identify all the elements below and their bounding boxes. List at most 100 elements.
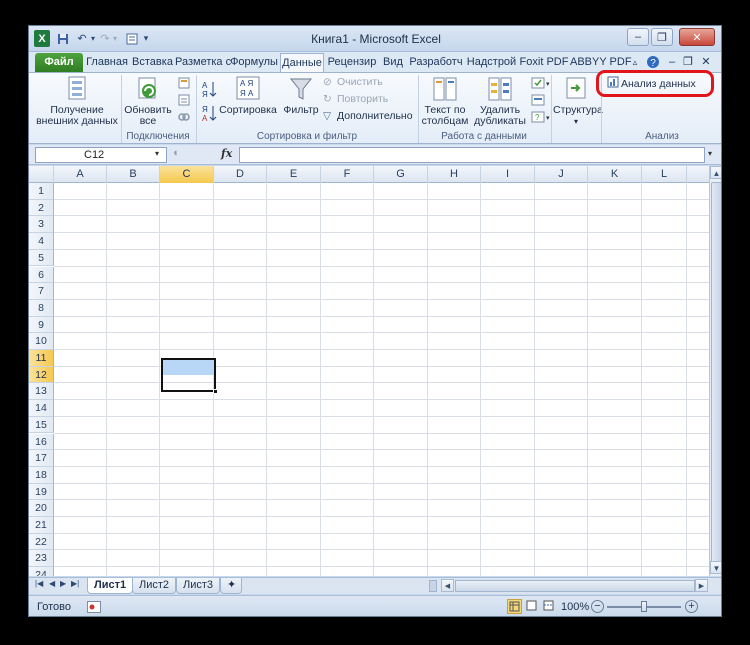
tab-data[interactable]: Данные (280, 53, 324, 72)
row-header-20[interactable]: 20 (29, 500, 54, 517)
row-header-22[interactable]: 22 (29, 533, 54, 551)
scroll-right-icon[interactable]: ▶ (695, 579, 708, 592)
worksheet-grid[interactable]: ABCDEFGHIJKL 1 2 3 4 5 6 7 8 9 10 11 12 13 14 15 16 17 18… (29, 166, 709, 576)
row-header-1[interactable]: 1 (29, 183, 54, 200)
refresh-all-button[interactable]: Обновить все (123, 75, 173, 127)
horizontal-scroll-thumb[interactable] (455, 580, 695, 592)
name-box-dropdown-icon[interactable]: ▾ (155, 149, 159, 158)
row-header-16[interactable]: 16 (29, 433, 54, 451)
row-header-12[interactable]: 12 (29, 366, 54, 384)
column-header-l[interactable]: L (642, 166, 687, 183)
column-header-f[interactable]: F (321, 166, 374, 183)
page-layout-view-icon[interactable] (525, 599, 540, 614)
next-sheet-icon[interactable]: ▶ (60, 579, 66, 588)
prev-sheet-icon[interactable]: ◀ (49, 579, 55, 588)
row-header-2[interactable]: 2 (29, 199, 54, 217)
row-header-11[interactable]: 11 (29, 350, 54, 367)
column-header-h[interactable]: H (428, 166, 481, 183)
tab-review[interactable]: Рецензир (326, 53, 378, 72)
data-validation-button[interactable]: ▾ (531, 76, 551, 90)
row-header-17[interactable]: 17 (29, 450, 54, 467)
sheet-tab-2[interactable]: Лист2 (132, 578, 177, 594)
name-box[interactable]: C12 (35, 147, 167, 163)
tab-page-layout[interactable]: Разметка с (175, 53, 231, 72)
tab-view[interactable]: Вид (379, 53, 407, 72)
sheet-tab-1[interactable]: Лист1 (87, 578, 134, 594)
row-header-15[interactable]: 15 (29, 416, 54, 434)
zoom-level[interactable]: 100% (561, 601, 589, 613)
zoom-in-icon[interactable]: + (685, 600, 698, 613)
cell-selection[interactable] (161, 358, 218, 394)
column-header-i[interactable]: I (481, 166, 535, 183)
reapply-filter-button[interactable]: ↻ Повторить (323, 93, 388, 105)
column-header-e[interactable]: E (267, 166, 321, 183)
zoom-out-icon[interactable]: − (591, 600, 604, 613)
column-header-b[interactable]: B (107, 166, 160, 183)
vertical-scrollbar[interactable]: ▲ ▼ (709, 166, 721, 576)
row-header-19[interactable]: 19 (29, 483, 54, 501)
filter-button[interactable]: Фильтр (281, 75, 321, 116)
row-header-18[interactable]: 18 (29, 466, 54, 484)
row-header-9[interactable]: 9 (29, 316, 54, 334)
connections-icon[interactable] (177, 76, 191, 90)
row-header-24[interactable]: 24 (29, 567, 54, 576)
restore-button[interactable]: ❐ (651, 28, 673, 46)
sort-az-button[interactable]: АЯ (201, 79, 217, 99)
tab-file[interactable]: Файл (35, 53, 83, 72)
formula-input[interactable] (239, 147, 705, 163)
scroll-up-icon[interactable]: ▲ (710, 166, 721, 179)
sort-za-button[interactable]: ЯА (201, 103, 217, 123)
outline-button[interactable]: Структура ▾ (553, 75, 603, 127)
remove-duplicates-button[interactable]: Удалить дубликаты (472, 75, 528, 127)
column-header-d[interactable]: D (214, 166, 267, 183)
row-header-14[interactable]: 14 (29, 400, 54, 417)
zoom-slider-thumb[interactable] (641, 601, 647, 612)
column-header-j[interactable]: J (535, 166, 588, 183)
vertical-scroll-thumb[interactable] (711, 182, 721, 574)
tab-developer[interactable]: Разработч (408, 53, 464, 72)
text-to-columns-button[interactable]: Текст по столбцам (420, 75, 470, 127)
get-external-data-button[interactable]: Получение внешних данных (34, 75, 120, 127)
close-button[interactable]: ✕ (679, 28, 715, 46)
properties-icon[interactable] (177, 93, 191, 107)
macro-record-icon[interactable] (87, 601, 101, 613)
sort-button[interactable]: А ЯЯ А Сортировка (219, 75, 277, 116)
edit-links-icon[interactable] (177, 110, 191, 124)
row-header-8[interactable]: 8 (29, 299, 54, 317)
page-break-view-icon[interactable] (542, 599, 557, 614)
row-header-4[interactable]: 4 (29, 233, 54, 250)
row-header-5[interactable]: 5 (29, 249, 54, 267)
insert-sheet-icon[interactable]: ✦ (220, 578, 242, 594)
row-header-7[interactable]: 7 (29, 283, 54, 300)
minimize-button[interactable]: – (627, 28, 649, 46)
row-header-3[interactable]: 3 (29, 216, 54, 234)
tab-formulas[interactable]: Формулы (229, 53, 279, 72)
tab-split-handle[interactable] (429, 580, 437, 592)
first-sheet-icon[interactable]: |◀ (35, 579, 43, 588)
tab-addins[interactable]: Надстрой (465, 53, 518, 72)
sheet-tab-3[interactable]: Лист3 (176, 578, 221, 594)
column-header-g[interactable]: G (374, 166, 428, 183)
advanced-filter-button[interactable]: ▽ Дополнительно (323, 110, 413, 122)
last-sheet-icon[interactable]: ▶| (71, 579, 79, 588)
row-header-23[interactable]: 23 (29, 550, 54, 568)
row-header-10[interactable]: 10 (29, 333, 54, 350)
tab-foxit-pdf[interactable]: Foxit PDF (519, 53, 569, 72)
what-if-analysis-button[interactable]: ? ▾ (531, 110, 551, 124)
column-header-a[interactable]: A (54, 166, 107, 183)
row-header-6[interactable]: 6 (29, 266, 54, 284)
row-header-21[interactable]: 21 (29, 517, 54, 534)
scroll-down-icon[interactable]: ▼ (710, 561, 721, 574)
row-header-13[interactable]: 13 (29, 383, 54, 401)
scroll-left-icon[interactable]: ◀ (441, 579, 454, 592)
tab-home[interactable]: Главная (85, 53, 129, 72)
normal-view-icon[interactable] (507, 599, 522, 614)
select-all-corner[interactable] (29, 166, 54, 183)
tab-insert[interactable]: Вставка (130, 53, 175, 72)
fill-handle[interactable] (213, 389, 218, 394)
insert-function-button[interactable]: fx (221, 147, 232, 160)
consolidate-button[interactable] (531, 93, 545, 107)
column-header-k[interactable]: K (588, 166, 642, 183)
expand-formula-bar-icon[interactable]: ▾ (708, 149, 712, 158)
clear-filter-button[interactable]: ⊘ Очистить (323, 76, 383, 88)
